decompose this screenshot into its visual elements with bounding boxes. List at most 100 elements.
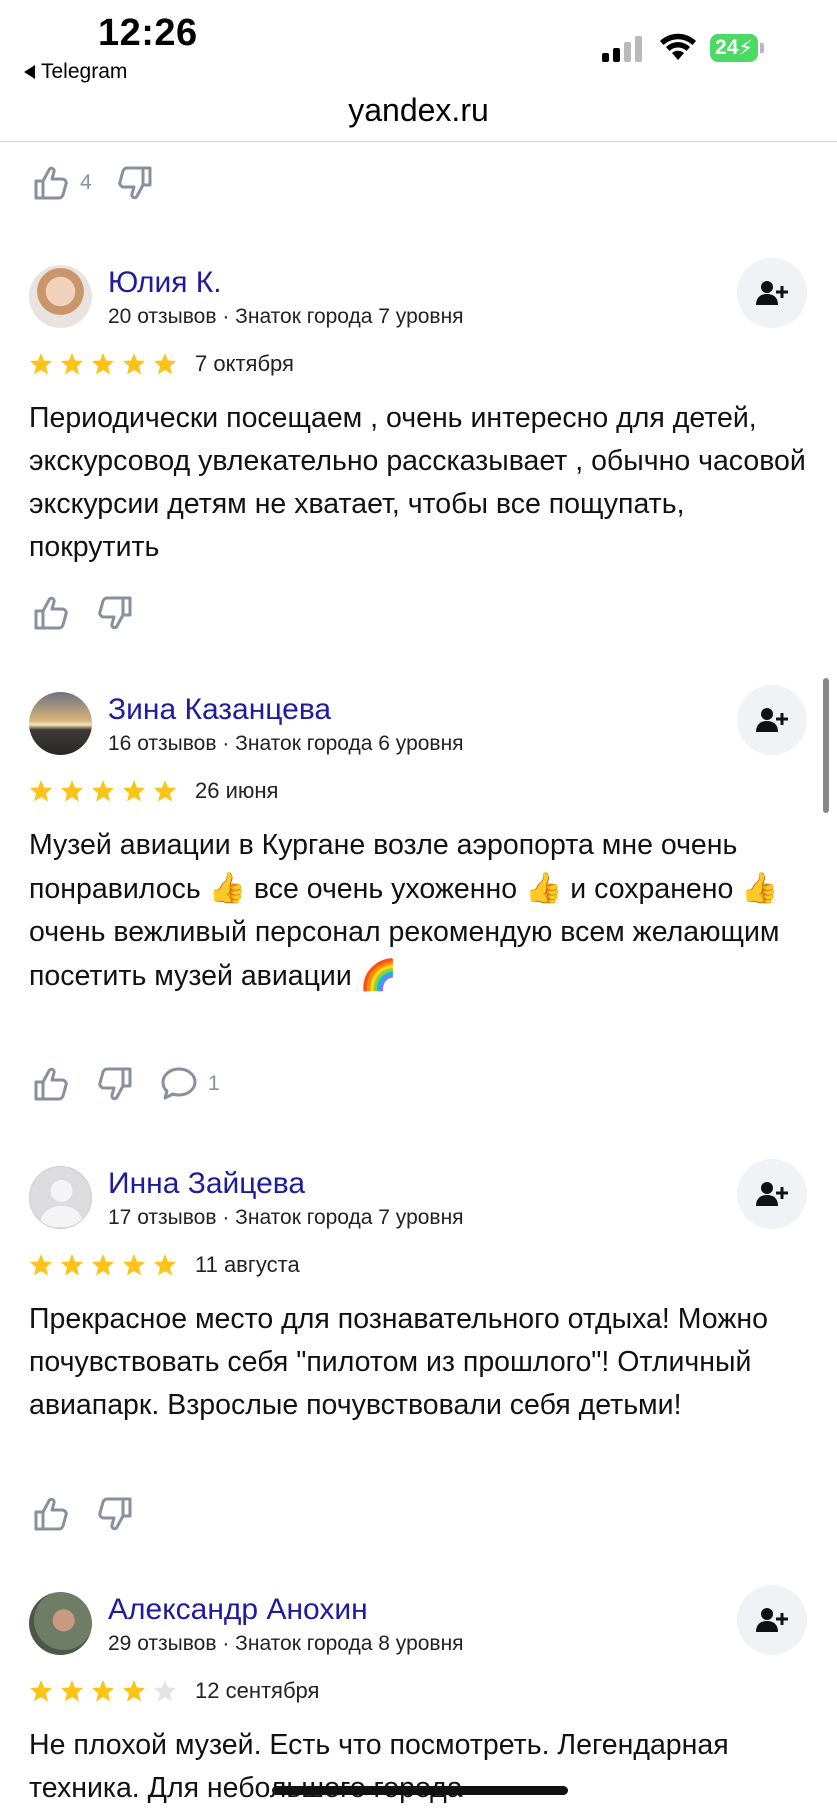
scrollbar[interactable] <box>823 678 829 813</box>
star-icon <box>123 1254 145 1276</box>
review-text: Прекрасное место для познавательного отд… <box>29 1303 768 1421</box>
star-icon <box>61 353 83 375</box>
review-date: 11 августа <box>195 1252 300 1277</box>
star-icon <box>92 780 114 802</box>
review-author-meta: 20 отзывов · Знаток города 7 уровня <box>108 305 464 328</box>
add-user-icon <box>756 1182 788 1206</box>
review-author[interactable]: Юлия К. <box>108 265 222 301</box>
review-author[interactable]: Зина Казанцева <box>108 692 331 728</box>
thumbs-up-icon <box>34 166 68 200</box>
back-to-telegram-link[interactable]: Telegram <box>24 60 127 84</box>
review-text: Не плохой музей. Есть что посмотреть. Ле… <box>29 1729 729 1804</box>
review-date: 12 сентября <box>195 1678 320 1703</box>
thumbs-down-icon <box>98 1067 132 1101</box>
rainbow-emoji: 🌈 <box>359 959 398 992</box>
star-icon <box>61 1254 83 1276</box>
rating-row: 11 августа <box>29 1252 300 1278</box>
review-reactions: 1 <box>0 1054 220 1114</box>
like-button[interactable] <box>30 592 72 634</box>
thumbs-up-emoji: 👍 <box>741 872 779 905</box>
previous-review-reactions: 4 <box>0 153 156 213</box>
star-icon <box>61 1680 83 1702</box>
star-icon <box>154 353 176 375</box>
thumbs-down-icon <box>117 166 152 200</box>
thumbs-down-icon <box>98 1497 132 1531</box>
rating-row: 7 октября <box>29 351 294 377</box>
review-reactions <box>0 583 136 643</box>
avatar[interactable] <box>29 265 92 328</box>
dislike-button[interactable] <box>94 1493 136 1535</box>
star-icon <box>154 1254 176 1276</box>
review-date: 26 июня <box>195 778 279 803</box>
thumbs-down-icon <box>98 596 132 630</box>
dislike-button[interactable] <box>94 592 136 634</box>
battery-icon: 24 ⚡ <box>710 33 764 63</box>
star-icon <box>92 1680 114 1702</box>
review-author-meta: 17 отзывов · Знаток города 7 уровня <box>108 1206 464 1229</box>
status-bar: 12:26 Telegram 24 ⚡ <box>0 0 837 90</box>
thumbs-up-icon <box>34 596 68 630</box>
star-icon <box>123 780 145 802</box>
comment-bubble-icon <box>161 1067 197 1100</box>
like-button[interactable]: 4 <box>30 162 92 204</box>
rating-row: 26 июня <box>29 778 278 804</box>
star-icon <box>123 1680 145 1702</box>
review-author-meta: 29 отзывов · Знаток города 8 уровня <box>108 1632 464 1655</box>
rating-stars <box>29 1253 177 1277</box>
back-app-label: Telegram <box>41 60 128 83</box>
review-text: Периодически посещаем , очень интересно … <box>29 402 806 563</box>
add-user-icon <box>756 281 788 305</box>
subscribe-button[interactable] <box>737 1159 807 1229</box>
star-icon <box>154 780 176 802</box>
status-time: 12:26 <box>98 12 198 54</box>
star-icon <box>30 780 52 802</box>
comments-count: 1 <box>208 1072 220 1095</box>
like-button[interactable] <box>30 1493 72 1535</box>
review-author-meta: 16 отзывов · Знаток города 6 уровня <box>108 732 464 755</box>
star-icon <box>30 353 52 375</box>
battery-level: 24 <box>715 36 739 59</box>
thumbs-up-emoji: 👍 <box>525 872 563 905</box>
address-bar[interactable]: yandex.ru <box>0 88 837 142</box>
rating-row: 12 сентября <box>29 1678 319 1704</box>
star-icon <box>30 1680 52 1702</box>
back-arrow-icon <box>24 65 35 79</box>
comments-button[interactable]: 1 <box>158 1063 220 1105</box>
cellular-signal-icon <box>602 36 642 62</box>
home-indicator[interactable] <box>272 1786 568 1795</box>
review-text-part: очень вежливый персонал рекомендую всем … <box>29 916 780 992</box>
review-text-part: все очень ухоженно <box>245 873 526 905</box>
like-button[interactable] <box>30 1063 72 1105</box>
star-icon <box>30 1254 52 1276</box>
star-icon <box>123 353 145 375</box>
dislike-button[interactable] <box>114 162 156 204</box>
review-date: 7 октября <box>195 351 294 376</box>
like-count: 4 <box>80 171 92 194</box>
default-avatar-icon <box>40 1180 83 1227</box>
rating-stars <box>29 1679 177 1703</box>
subscribe-button[interactable] <box>737 258 807 328</box>
subscribe-button[interactable] <box>737 685 807 755</box>
review-author[interactable]: Александр Анохин <box>108 1592 368 1628</box>
rating-stars <box>29 352 177 376</box>
avatar[interactable] <box>29 1592 92 1655</box>
star-icon <box>61 780 83 802</box>
avatar[interactable] <box>29 692 92 755</box>
url-text: yandex.ru <box>348 92 489 128</box>
wifi-icon <box>660 33 696 60</box>
star-icon <box>92 1254 114 1276</box>
subscribe-button[interactable] <box>737 1585 807 1655</box>
review-text: Музей авиации в Кургане возле аэропорта … <box>29 824 819 998</box>
dislike-button[interactable] <box>94 1063 136 1105</box>
thumbs-up-icon <box>34 1497 68 1531</box>
rating-stars <box>29 779 177 803</box>
review-author[interactable]: Инна Зайцева <box>108 1166 305 1202</box>
thumbs-up-emoji: 👍 <box>208 872 246 905</box>
star-icon <box>154 1680 176 1702</box>
review-text-part: и сохранено <box>562 873 742 905</box>
add-user-icon <box>756 708 788 732</box>
avatar[interactable] <box>29 1166 92 1229</box>
add-user-icon <box>756 1608 788 1632</box>
star-icon <box>92 353 114 375</box>
thumbs-up-icon <box>34 1067 68 1101</box>
